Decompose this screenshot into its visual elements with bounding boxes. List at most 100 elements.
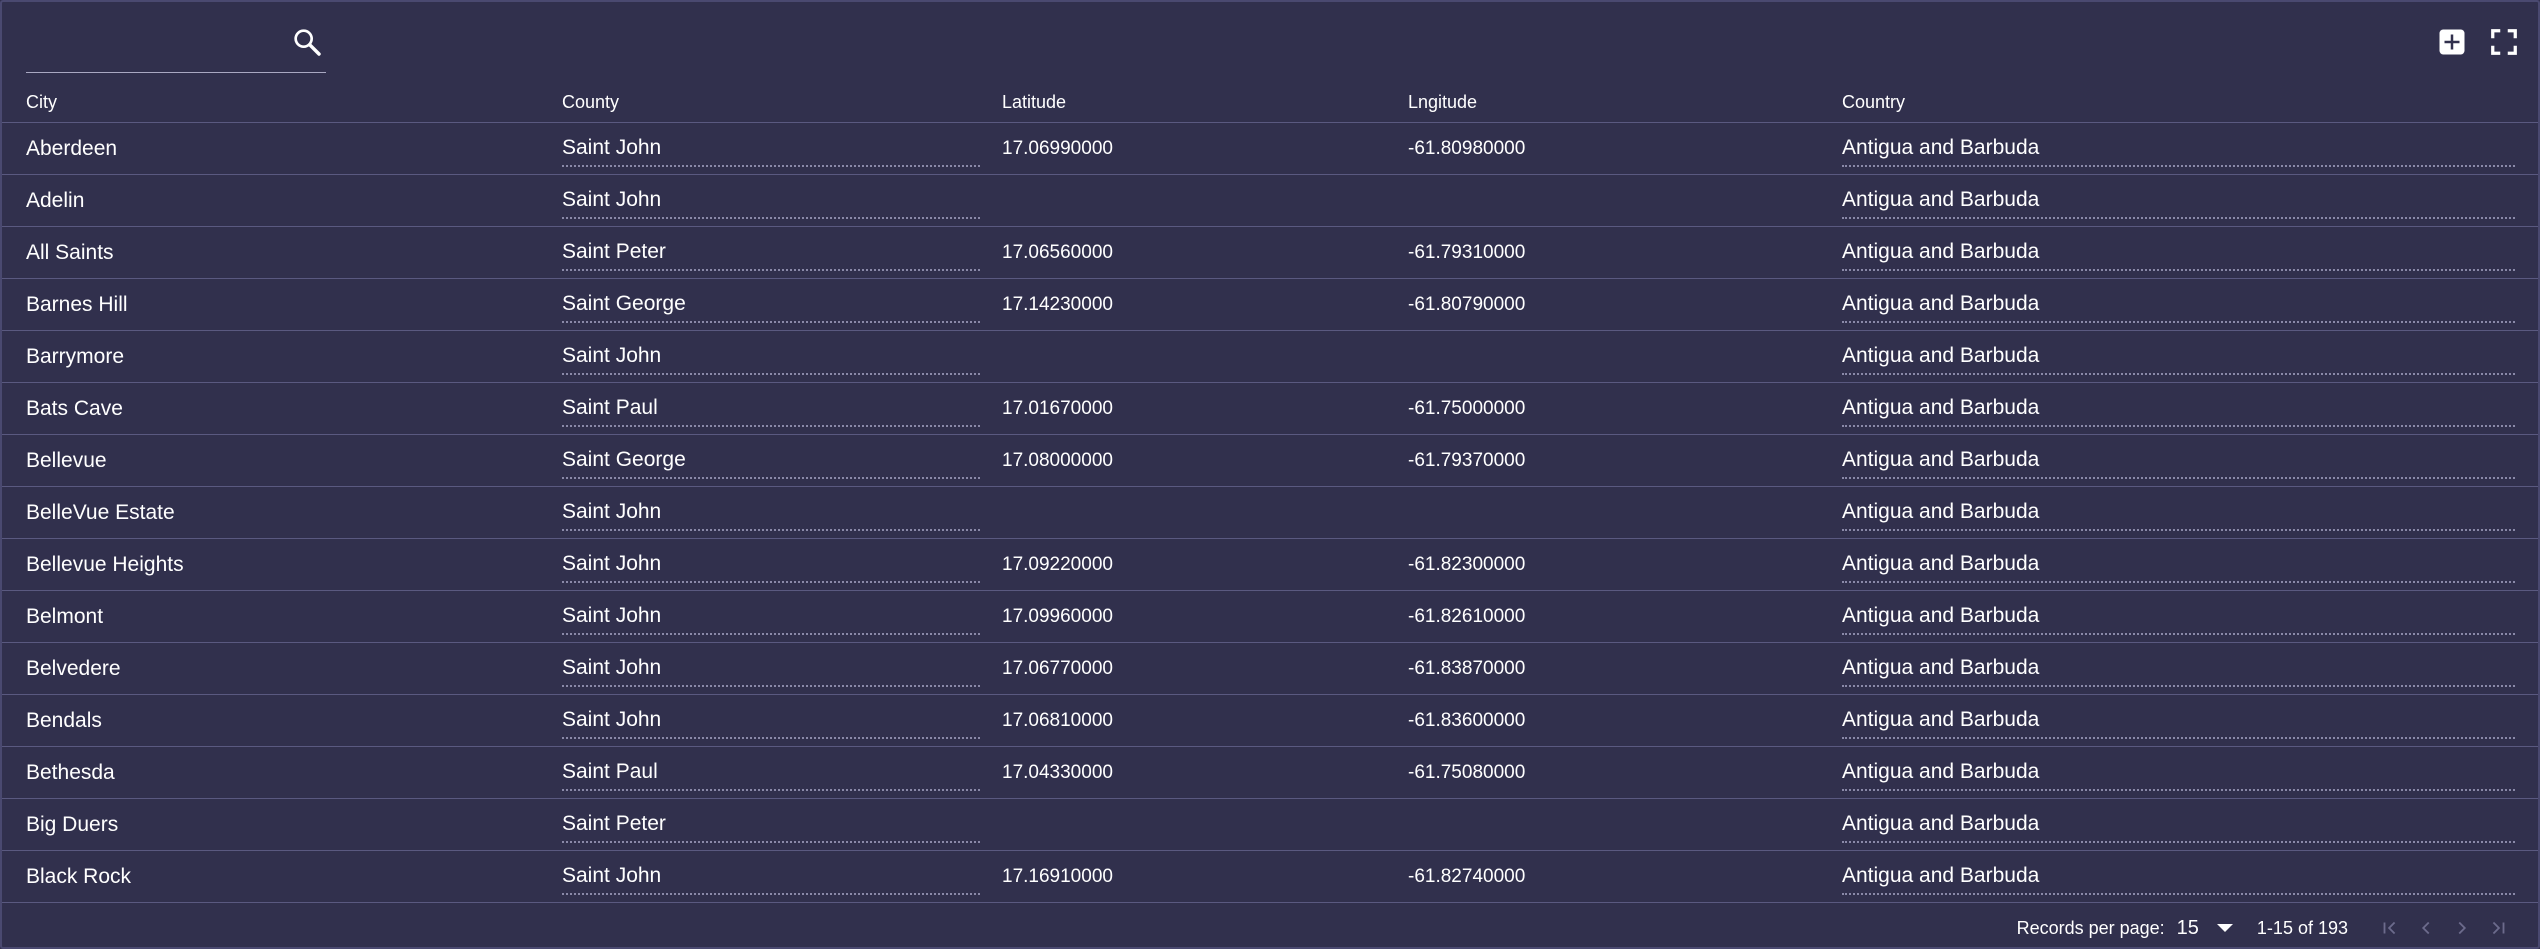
table-row[interactable]: BelleVue Estate Saint John Antigua and B… — [2, 487, 2538, 539]
search-input[interactable] — [26, 18, 280, 72]
first-page-icon — [2383, 921, 2396, 935]
city-cell: Bellevue — [26, 448, 107, 472]
table-row[interactable]: Adelin Saint John Antigua and Barbuda — [2, 175, 2538, 227]
city-cell: Bellevue Heights — [26, 552, 184, 576]
longitude-cell: -61.83870000 — [1408, 657, 1526, 679]
table-row[interactable]: All Saints Saint Peter 17.06560000 -61.7… — [2, 227, 2538, 279]
city-cell: Belvedere — [26, 656, 121, 680]
county-cell[interactable]: Saint Paul — [562, 755, 980, 791]
latitude-cell: 17.06560000 — [1002, 241, 1113, 263]
country-cell[interactable]: Antigua and Barbuda — [1842, 131, 2515, 167]
country-cell[interactable]: Antigua and Barbuda — [1842, 547, 2515, 583]
table-row[interactable]: Barrymore Saint John Antigua and Barbuda — [2, 331, 2538, 383]
longitude-cell: -61.83600000 — [1408, 709, 1526, 731]
chevron-left-icon — [2421, 921, 2430, 935]
latitude-cell: 17.06990000 — [1002, 137, 1113, 159]
table-actions — [2436, 26, 2520, 58]
cities-table: City County Latitude Lngitude Country Ab… — [2, 78, 2538, 903]
city-cell: Big Duers — [26, 812, 119, 836]
county-cell[interactable]: Saint John — [562, 131, 980, 167]
county-cell[interactable]: Saint Paul — [562, 391, 980, 427]
chevron-right-icon — [2458, 921, 2467, 935]
column-header-city[interactable]: City — [26, 78, 57, 122]
column-header-longitude[interactable]: Lngitude — [1408, 78, 1477, 122]
table-row[interactable]: Barnes Hill Saint George 17.14230000 -61… — [2, 279, 2538, 331]
longitude-cell: -61.82610000 — [1408, 605, 1526, 627]
county-cell[interactable]: Saint Peter — [562, 235, 980, 271]
county-cell[interactable]: Saint John — [562, 703, 980, 739]
add-record-button[interactable] — [2436, 26, 2468, 58]
table-row[interactable]: Big Duers Saint Peter Antigua and Barbud… — [2, 799, 2538, 851]
column-header-country[interactable]: Country — [1842, 78, 2515, 122]
city-cell: Bendals — [26, 708, 102, 732]
last-page-button[interactable] — [2480, 910, 2516, 946]
table-row[interactable]: Bendals Saint John 17.06810000 -61.83600… — [2, 695, 2538, 747]
longitude-cell: -61.75000000 — [1408, 397, 1526, 419]
records-per-page-value: 15 — [2176, 916, 2199, 939]
county-cell[interactable]: Saint George — [562, 443, 980, 479]
fullscreen-button[interactable] — [2488, 26, 2520, 58]
pagination-footer: Records per page: 15 1-15 of 193 — [2017, 908, 2516, 948]
country-cell[interactable]: Antigua and Barbuda — [1842, 183, 2515, 219]
country-cell[interactable]: Antigua and Barbuda — [1842, 443, 2515, 479]
county-cell[interactable]: Saint John — [562, 651, 980, 687]
search-icon[interactable] — [291, 26, 323, 58]
longitude-cell: -61.79310000 — [1408, 241, 1526, 263]
latitude-cell: 17.09960000 — [1002, 605, 1113, 627]
city-cell: Barrymore — [26, 344, 125, 368]
county-cell[interactable]: Saint George — [562, 287, 980, 323]
longitude-cell: -61.79370000 — [1408, 449, 1526, 471]
latitude-cell: 17.04330000 — [1002, 761, 1113, 783]
table-row[interactable]: Bellevue Heights Saint John 17.09220000 … — [2, 539, 2538, 591]
county-cell[interactable]: Saint John — [562, 547, 980, 583]
country-cell[interactable]: Antigua and Barbuda — [1842, 651, 2515, 687]
city-cell: Adelin — [26, 188, 85, 212]
city-cell: Aberdeen — [26, 136, 118, 160]
records-per-page-select[interactable]: 15 — [2177, 917, 2233, 940]
table-row[interactable]: Black Rock Saint John 17.16910000 -61.82… — [2, 851, 2538, 903]
city-cell: Bats Cave — [26, 396, 123, 420]
latitude-cell: 17.01670000 — [1002, 397, 1113, 419]
country-cell[interactable]: Antigua and Barbuda — [1842, 495, 2515, 531]
table-row[interactable]: Belvedere Saint John 17.06770000 -61.838… — [2, 643, 2538, 695]
county-cell[interactable]: Saint Peter — [562, 807, 980, 843]
city-cell: Bethesda — [26, 760, 115, 784]
county-cell[interactable]: Saint John — [562, 495, 980, 531]
country-cell[interactable]: Antigua and Barbuda — [1842, 599, 2515, 635]
table-row[interactable]: Bethesda Saint Paul 17.04330000 -61.7508… — [2, 747, 2538, 799]
longitude-cell: -61.80980000 — [1408, 137, 1526, 159]
column-header-county[interactable]: County — [562, 78, 980, 122]
next-page-button[interactable] — [2444, 910, 2480, 946]
city-cell: Black Rock — [26, 864, 132, 888]
county-cell[interactable]: Saint John — [562, 599, 980, 635]
latitude-cell: 17.08000000 — [1002, 449, 1113, 471]
table-row[interactable]: Belmont Saint John 17.09960000 -61.82610… — [2, 591, 2538, 643]
first-page-button[interactable] — [2372, 910, 2408, 946]
records-per-page-label: Records per page: — [2016, 917, 2165, 938]
table-row[interactable]: Bats Cave Saint Paul 17.01670000 -61.750… — [2, 383, 2538, 435]
longitude-cell: -61.75080000 — [1408, 761, 1526, 783]
country-cell[interactable]: Antigua and Barbuda — [1842, 807, 2515, 843]
city-cell: Belmont — [26, 604, 104, 628]
search-field — [26, 18, 326, 73]
county-cell[interactable]: Saint John — [562, 339, 980, 375]
country-cell[interactable]: Antigua and Barbuda — [1842, 755, 2515, 791]
plus-box-icon — [2439, 29, 2465, 55]
country-cell[interactable]: Antigua and Barbuda — [1842, 391, 2515, 427]
country-cell[interactable]: Antigua and Barbuda — [1842, 287, 2515, 323]
city-cell: Barnes Hill — [26, 292, 128, 316]
country-cell[interactable]: Antigua and Barbuda — [1842, 339, 2515, 375]
county-cell[interactable]: Saint John — [562, 859, 980, 895]
table-row[interactable]: Aberdeen Saint John 17.06990000 -61.8098… — [2, 123, 2538, 175]
longitude-cell: -61.82740000 — [1408, 865, 1526, 887]
county-cell[interactable]: Saint John — [562, 183, 980, 219]
table-row[interactable]: Bellevue Saint George 17.08000000 -61.79… — [2, 435, 2538, 487]
table-header: City County Latitude Lngitude Country — [2, 78, 2538, 123]
latitude-cell: 17.16910000 — [1002, 865, 1113, 887]
column-header-latitude[interactable]: Latitude — [1002, 78, 1066, 122]
country-cell[interactable]: Antigua and Barbuda — [1842, 235, 2515, 271]
previous-page-button[interactable] — [2408, 910, 2444, 946]
country-cell[interactable]: Antigua and Barbuda — [1842, 703, 2515, 739]
fullscreen-icon — [2491, 29, 2517, 55]
country-cell[interactable]: Antigua and Barbuda — [1842, 859, 2515, 895]
